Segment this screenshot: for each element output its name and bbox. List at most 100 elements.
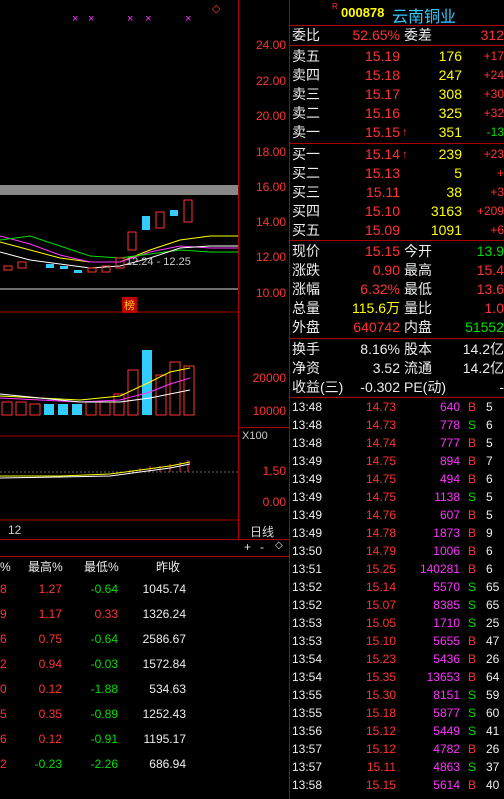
diamond-icon[interactable]: ◇ bbox=[212, 2, 220, 15]
sell-row[interactable]: 卖二 15.16 325 +32 bbox=[290, 104, 504, 122]
buy-volume: 1091 bbox=[430, 222, 462, 238]
fund-label: 流通 bbox=[404, 360, 432, 376]
table-header: % 最高% 最低% 昨收 bbox=[0, 560, 181, 574]
quote-value: 13.9 bbox=[476, 243, 504, 259]
trade-side: B bbox=[468, 436, 477, 450]
quote-value: 640742 bbox=[353, 319, 400, 335]
trade-row[interactable]: 13:50 14.79 1006 B 6 bbox=[290, 542, 504, 560]
quote-value: 13.6 bbox=[476, 281, 504, 297]
table-row[interactable]: 8 1.27 -0.64 1045.74 bbox=[0, 580, 289, 598]
trade-row[interactable]: 13:49 14.78 1873 B 9 bbox=[290, 524, 504, 542]
trade-price: 14.73 bbox=[365, 418, 396, 432]
buy-row[interactable]: 买四 15.10 3163 +209 bbox=[290, 202, 504, 220]
cell-pct: 6 bbox=[0, 732, 7, 746]
trade-side: B bbox=[468, 634, 477, 648]
trade-row[interactable]: 13:52 15.14 5570 S 65 bbox=[290, 578, 504, 596]
cell-pct: 0 bbox=[0, 682, 7, 696]
cell-prev-close: 1045.74 bbox=[142, 582, 186, 596]
zoom-in-button[interactable]: + bbox=[244, 540, 251, 554]
trade-time: 13:57 bbox=[292, 742, 323, 756]
trade-row[interactable]: 13:49 14.76 607 B 5 bbox=[290, 506, 504, 524]
trade-row[interactable]: 13:53 15.05 1710 S 25 bbox=[290, 614, 504, 632]
buy-row[interactable]: 买三 15.11 38 +3 bbox=[290, 183, 504, 201]
sell-row[interactable]: 卖一 15.15 ↑ 351 -13 bbox=[290, 123, 504, 141]
trade-row[interactable]: 13:52 15.07 8385 S 65 bbox=[290, 596, 504, 614]
table-row[interactable]: 6 0.12 -0.91 1195.17 bbox=[0, 730, 289, 748]
quote-value: 1.0 bbox=[484, 300, 504, 316]
buy-volume: 5 bbox=[454, 165, 462, 181]
sell-change: -13 bbox=[486, 125, 504, 139]
trade-row[interactable]: 13:49 14.75 1138 S 5 bbox=[290, 488, 504, 506]
trade-price: 14.79 bbox=[365, 544, 396, 558]
trade-volume: 5570 bbox=[433, 580, 460, 594]
volume-unit: X100 bbox=[242, 430, 268, 442]
trade-time: 13:49 bbox=[292, 508, 323, 522]
sell-change: +30 bbox=[483, 87, 504, 101]
trade-row[interactable]: 13:54 15.23 5436 B 26 bbox=[290, 650, 504, 668]
trade-volume: 4863 bbox=[433, 760, 460, 774]
buy-price: 15.10 bbox=[364, 203, 400, 219]
trade-row[interactable]: 13:49 14.75 894 B 7 bbox=[290, 452, 504, 470]
trade-price: 14.75 bbox=[365, 454, 396, 468]
quote-row: 外盘 640742 内盘 51552 bbox=[290, 318, 504, 336]
trade-side: B bbox=[468, 544, 477, 558]
table-row[interactable]: 5 0.35 -0.89 1252.43 bbox=[0, 705, 289, 723]
sell-row[interactable]: 卖三 15.17 308 +30 bbox=[290, 85, 504, 103]
table-row[interactable]: 6 0.75 -0.64 2586.67 bbox=[0, 630, 289, 648]
buy-change: +23 bbox=[483, 147, 504, 161]
quote-row: 总量 115.6万 量比 1.0 bbox=[290, 299, 504, 317]
trade-count: 64 bbox=[486, 670, 500, 684]
trade-price: 14.78 bbox=[365, 526, 396, 540]
trade-count: 65 bbox=[486, 598, 500, 612]
trade-side: S bbox=[468, 616, 477, 630]
sell-row[interactable]: 卖五 15.19 176 +17 bbox=[290, 47, 504, 65]
fund-label: 换手 bbox=[292, 341, 320, 357]
buy-row[interactable]: 买一 15.14 ↑ 239 +23 bbox=[290, 145, 504, 163]
trade-price: 15.18 bbox=[365, 706, 396, 720]
nav-icon[interactable]: ◇ bbox=[275, 540, 283, 551]
trade-row[interactable]: 13:54 15.35 13653 B 64 bbox=[290, 668, 504, 686]
trade-time: 13:58 bbox=[292, 778, 323, 792]
trade-row[interactable]: 13:48 14.74 777 B 5 bbox=[290, 434, 504, 452]
trade-row[interactable]: 13:48 14.73 640 B 5 bbox=[290, 398, 504, 416]
trade-row[interactable]: 13:57 15.11 4863 S 37 bbox=[290, 758, 504, 776]
table-row[interactable]: 9 1.17 0.33 1326.24 bbox=[0, 605, 289, 623]
fund-value: - bbox=[499, 379, 504, 395]
trade-row[interactable]: 13:58 15.15 5614 B 40 bbox=[290, 776, 504, 794]
trade-volume: 5877 bbox=[433, 706, 460, 720]
trade-row[interactable]: 13:57 15.12 4782 B 26 bbox=[290, 740, 504, 758]
trade-row[interactable]: 13:53 15.10 5655 B 47 bbox=[290, 632, 504, 650]
trade-row[interactable]: 13:55 15.30 8151 S 59 bbox=[290, 686, 504, 704]
trade-row[interactable]: 13:55 15.18 5877 S 60 bbox=[290, 704, 504, 722]
period-button[interactable]: 日线 bbox=[250, 523, 274, 540]
trade-volume: 640 bbox=[439, 400, 460, 414]
table-row[interactable]: 2 -0.23 -2.26 686.94 bbox=[0, 755, 289, 773]
stock-name[interactable]: 云南铜业 bbox=[392, 3, 456, 27]
sell-row[interactable]: 卖四 15.18 247 +24 bbox=[290, 66, 504, 84]
trade-row[interactable]: 13:48 14.73 778 S 6 bbox=[290, 416, 504, 434]
table-row[interactable]: 2 0.94 -0.03 1572.84 bbox=[0, 655, 289, 673]
trade-volume: 140281 bbox=[419, 562, 460, 576]
zoom-out-button[interactable]: - bbox=[260, 540, 264, 554]
trade-row[interactable]: 13:56 15.12 5449 S 41 bbox=[290, 722, 504, 740]
trade-time: 13:53 bbox=[292, 616, 323, 630]
buy-change: + bbox=[496, 166, 504, 180]
fund-label: PE(动) bbox=[404, 379, 446, 395]
buy-row[interactable]: 买二 15.13 5 + bbox=[290, 164, 504, 182]
cell-high: 0.94 bbox=[38, 657, 62, 671]
quote-value: 51552 bbox=[465, 319, 504, 335]
trade-row[interactable]: 13:49 14.75 494 B 6 bbox=[290, 470, 504, 488]
trade-side: B bbox=[468, 778, 477, 792]
trade-side: B bbox=[468, 670, 477, 684]
trade-count: 25 bbox=[486, 616, 500, 630]
fund-value: 14.2亿 bbox=[462, 341, 504, 357]
bang-tag[interactable]: 榜 bbox=[122, 297, 137, 313]
cell-prev-close: 1572.84 bbox=[142, 657, 186, 671]
trade-price: 15.35 bbox=[365, 670, 396, 684]
buy-row[interactable]: 买五 15.09 1091 +6 bbox=[290, 221, 504, 239]
trade-price: 14.75 bbox=[365, 472, 396, 486]
quote-label: 总量 bbox=[292, 300, 320, 316]
table-row[interactable]: 0 0.12 -1.88 534.63 bbox=[0, 680, 289, 698]
trade-row[interactable]: 13:51 15.25 140281 B 6 bbox=[290, 560, 504, 578]
trade-volume: 13653 bbox=[426, 670, 460, 684]
